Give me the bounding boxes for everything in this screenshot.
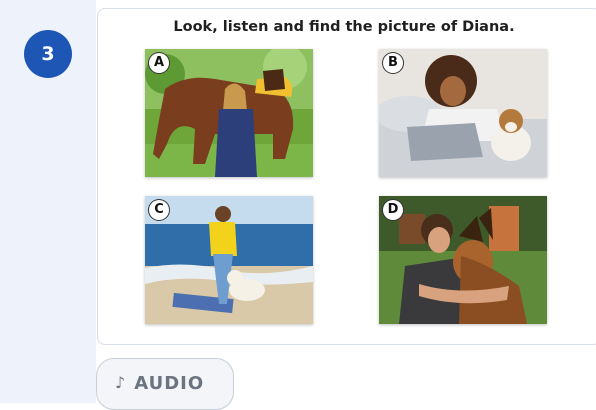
audio-button-label: AUDIO	[134, 373, 205, 394]
picture-option-b[interactable]: B	[379, 49, 547, 177]
dog-hug-image	[379, 196, 547, 324]
music-note-icon: ♪	[115, 373, 127, 392]
picture-label-a: A	[149, 53, 169, 73]
picture-option-d[interactable]: D	[379, 196, 547, 324]
question-card: Look, listen and find the picture of Dia…	[97, 8, 596, 345]
audio-button[interactable]: ♪ AUDIO	[96, 358, 234, 410]
picture-option-a[interactable]: A	[145, 49, 313, 177]
instruction-text: Look, listen and find the picture of Dia…	[173, 19, 515, 35]
question-number-badge: 3	[24, 30, 72, 78]
picture-label-d: D	[383, 200, 403, 220]
picture-label-b: B	[383, 53, 403, 73]
laptop-woman-image	[379, 49, 547, 177]
beach-girl-image	[145, 196, 313, 324]
horse-girl-image	[145, 49, 313, 177]
picture-option-c[interactable]: C	[145, 196, 313, 324]
picture-label-c: C	[149, 200, 169, 220]
